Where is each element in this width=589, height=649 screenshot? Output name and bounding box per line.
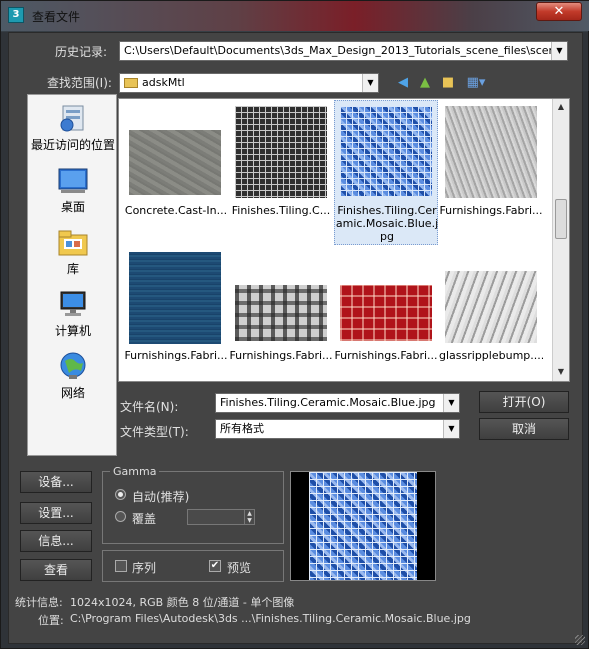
thumbnail-gray-fabric [445,106,537,198]
back-icon[interactable]: ◀ [394,74,412,92]
close-button[interactable]: ✕ [536,2,582,21]
place-label: 网络 [60,386,85,400]
thumbnail-glass-ripple [445,271,537,343]
options-group [102,550,284,582]
file-viewer-window: 3 查看文件 ✕ 历史记录: C:\Users\Default\Document… [0,0,589,649]
place-libraries[interactable]: 库 [28,227,118,277]
filetype-dropdown[interactable]: 所有格式 ▼ [215,419,460,439]
view-button[interactable]: 查看 [20,559,92,581]
chevron-down-icon[interactable]: ▼ [551,42,567,60]
scroll-down-icon[interactable]: ▼ [553,364,569,380]
file-list-scrollbar[interactable]: ▲ ▼ [552,99,569,381]
file-name-line: pg [380,230,394,243]
gamma-override-radio[interactable] [115,511,126,522]
location-value: C:\Program Files\Autodesk\3ds ...\Finish… [70,612,471,625]
desktop-icon [57,165,89,195]
thumbnail-gray-tile [235,106,327,198]
preview-blue-mosaic [309,472,417,580]
thumbnail-red-plaid [340,285,432,341]
filename-label: 文件名(N): [120,400,179,414]
devices-button[interactable]: 设备... [20,471,92,493]
file-item[interactable]: Furnishings.Fabri... [334,251,438,371]
resize-grip-icon[interactable] [575,635,585,645]
filetype-label: 文件类型(T): [120,425,189,439]
file-name: Concrete.Cast-In... [124,204,228,217]
lookin-label: 查找范围(I): [47,76,112,90]
gamma-auto-radio[interactable] [115,489,126,500]
lookin-dropdown[interactable]: adskMtl ▼ [119,73,379,93]
history-value: C:\Users\Default\Documents\3ds_Max_Desig… [124,44,568,57]
history-dropdown[interactable]: C:\Users\Default\Documents\3ds_Max_Desig… [119,41,568,61]
file-name-line: Finishes.Tiling.Cer [337,204,437,217]
file-name: Finishes.Tiling.C... [231,204,331,217]
file-name: Furnishings.Fabri... [334,349,438,362]
new-folder-icon[interactable]: ■ [439,74,457,92]
history-label: 历史记录: [55,45,108,59]
open-button[interactable]: 打开(O) [479,391,569,413]
chevron-down-icon[interactable]: ▼ [443,420,459,438]
file-item[interactable]: Furnishings.Fabri... [439,103,543,223]
file-list[interactable]: Concrete.Cast-In... Finishes.Tiling.C...… [118,98,570,382]
chevron-down-icon[interactable]: ▼ [443,394,459,412]
info-button[interactable]: 信息... [20,530,92,552]
recent-places-icon [57,103,89,133]
file-name: Furnishings.Fabri... [229,349,333,362]
sequence-checkbox[interactable] [115,560,127,572]
file-item[interactable]: Furnishings.Fabri... [124,251,228,371]
thumbnail-blue-fabric [129,252,221,344]
place-label: 桌面 [60,200,85,214]
place-desktop[interactable]: 桌面 [28,165,118,215]
libraries-icon [57,227,89,257]
view-menu-icon[interactable]: ▦▾ [463,74,489,92]
app-icon: 3 [8,7,24,23]
gamma-group [102,471,284,544]
stats-label: 统计信息: [15,596,63,609]
location-label: 位置: [38,614,64,627]
gamma-override-label: 覆盖 [132,512,157,526]
place-label: 计算机 [54,324,91,338]
place-label: 库 [66,262,79,276]
file-name-line: amic.Mosaic.Blue.j [335,217,439,230]
thumbnail-gray-plaid [235,285,327,341]
gamma-auto-label: 自动(推荐) [132,490,190,504]
file-name: Furnishings.Fabri... [439,204,543,217]
up-folder-icon[interactable]: ▲ [416,74,434,92]
scroll-thumb[interactable] [555,199,567,239]
window-title: 查看文件 [32,10,81,24]
filename-input[interactable]: Finishes.Tiling.Ceramic.Mosaic.Blue.jpg … [215,393,460,413]
file-item[interactable]: Concrete.Cast-In... [124,103,228,223]
filetype-value: 所有格式 [220,422,264,435]
thumbnail-concrete [129,130,221,195]
file-item-selected[interactable]: Finishes.Tiling.Cer amic.Mosaic.Blue.j p… [334,100,438,245]
gamma-title: Gamma [110,465,160,478]
preview-checkbox[interactable]: ✔ [209,560,221,572]
cancel-button[interactable]: 取消 [479,418,569,440]
place-computer[interactable]: 计算机 [28,289,118,339]
stats-value: 1024x1024, RGB 颜色 8 位/通道 - 单个图像 [70,596,295,609]
scroll-up-icon[interactable]: ▲ [553,99,569,115]
setup-button[interactable]: 设置... [20,502,92,524]
file-name: glassripplebump.... [439,349,543,362]
filename-value: Finishes.Tiling.Ceramic.Mosaic.Blue.jpg [220,396,436,409]
places-bar: 最近访问的位置 桌面 库 计算机 网络 [27,94,117,456]
preview-label: 预览 [227,561,252,575]
chevron-down-icon[interactable]: ▼ [362,74,378,92]
title-bar[interactable]: 3 查看文件 ✕ [1,1,589,31]
computer-icon [57,289,89,319]
gamma-value-spinner[interactable]: ▲ ▼ [187,509,255,525]
place-recent[interactable]: 最近访问的位置 [28,103,118,153]
file-item[interactable]: glassripplebump.... [439,251,543,371]
place-label: 最近访问的位置 [30,138,115,152]
place-network[interactable]: 网络 [28,351,118,401]
file-item[interactable]: Furnishings.Fabri... [229,251,333,371]
folder-icon [124,78,138,88]
image-preview [290,471,436,581]
spinner-arrows-icon[interactable]: ▲ ▼ [244,510,254,524]
network-icon [57,351,89,381]
file-item[interactable]: Finishes.Tiling.C... [229,103,333,223]
file-name: Furnishings.Fabri... [124,349,228,362]
thumbnail-blue-mosaic [340,106,432,196]
lookin-value: adskMtl [142,76,185,89]
sequence-label: 序列 [132,561,157,575]
